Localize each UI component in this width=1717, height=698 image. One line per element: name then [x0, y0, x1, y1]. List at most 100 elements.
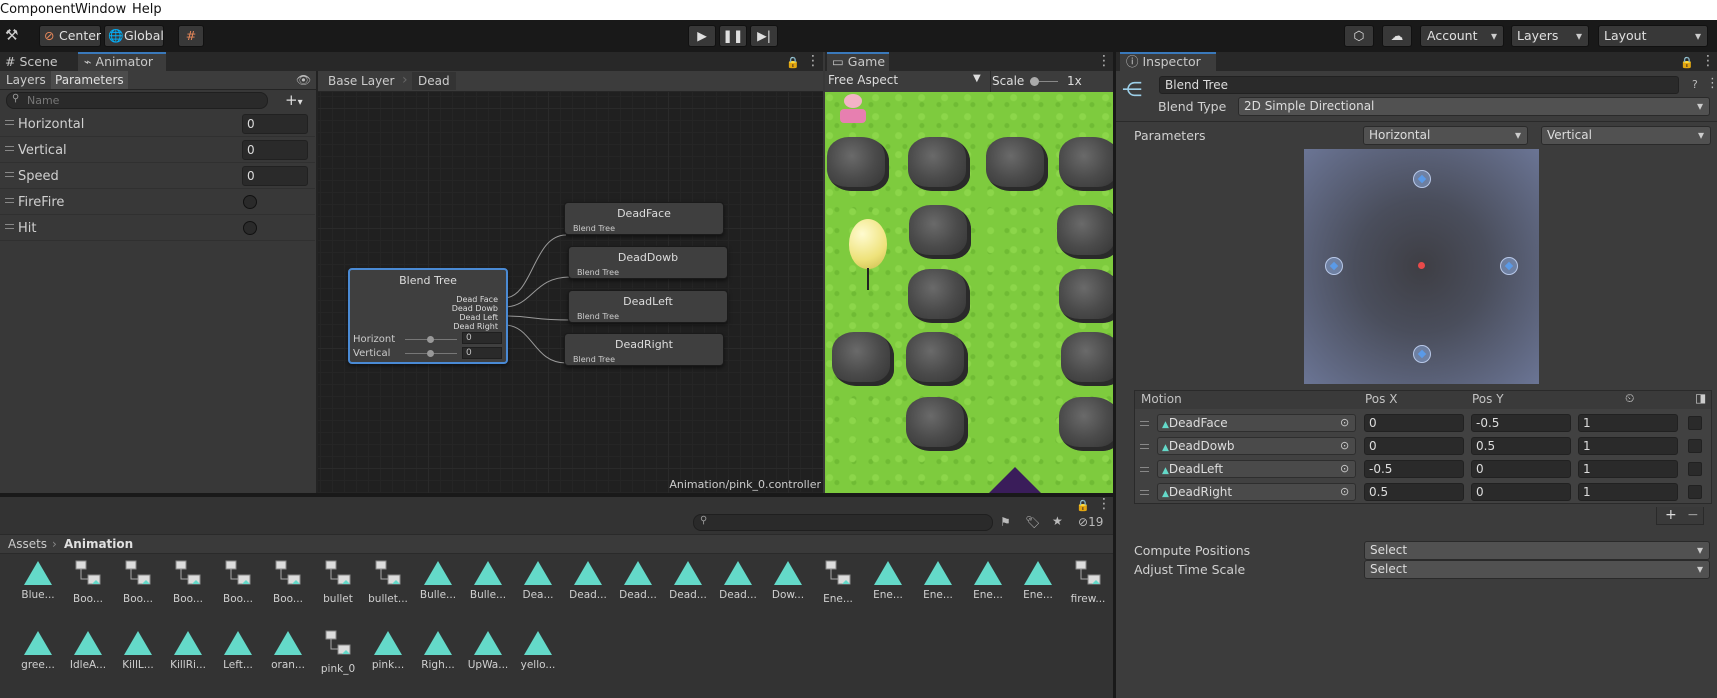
drag-handle-icon[interactable]	[5, 172, 14, 177]
drag-handle-icon[interactable]	[1140, 467, 1149, 472]
eye-icon[interactable]: 👁	[296, 73, 311, 87]
param-y-dropdown[interactable]: Vertical	[1541, 126, 1711, 145]
slider-handle[interactable]	[1030, 77, 1039, 86]
help-icon[interactable]: ?	[1692, 78, 1698, 91]
pos-y-field[interactable]: 0	[1471, 460, 1571, 478]
menu-window[interactable]: Window	[75, 2, 126, 17]
asset-item[interactable]: Ene...	[813, 557, 863, 605]
layout-dropdown[interactable]: Layout	[1598, 25, 1708, 47]
filter-type-icon[interactable]: ⚑	[1000, 515, 1011, 529]
asset-item[interactable]: Ene...	[913, 557, 963, 601]
asset-item[interactable]: KillRi...	[163, 627, 213, 671]
tools-icon[interactable]: ⚒	[5, 26, 25, 46]
asset-item[interactable]: Blue...	[13, 557, 63, 601]
motion-clip-field[interactable]: ▲DeadFace ⊙	[1157, 414, 1356, 432]
clip-node-deadface[interactable]: DeadFace Blend Tree	[564, 202, 724, 235]
blend-param-vertical-value[interactable]: 0	[462, 347, 502, 359]
asset-item[interactable]: gree...	[13, 627, 63, 671]
parameter-row-vertical[interactable]: Vertical 0	[0, 137, 315, 163]
tab-game[interactable]: ▭ Game	[827, 52, 889, 71]
global-button[interactable]: 🌐 Global	[104, 25, 164, 47]
speed-field[interactable]: 1	[1578, 437, 1678, 455]
compute-positions-dropdown[interactable]: Select	[1364, 541, 1710, 560]
slider-handle[interactable]	[427, 350, 434, 357]
remove-motion-button[interactable]: −	[1687, 507, 1699, 523]
game-view[interactable]	[825, 92, 1113, 493]
asset-item[interactable]: Dead...	[663, 557, 713, 601]
asset-item[interactable]: Boo...	[263, 557, 313, 605]
pos-x-field[interactable]: 0.5	[1364, 483, 1464, 501]
asset-item[interactable]: Left...	[213, 627, 263, 671]
object-picker-icon[interactable]: ⊙	[1340, 415, 1349, 431]
param-x-dropdown[interactable]: Horizontal	[1363, 126, 1528, 145]
motion-point-deaddowb[interactable]	[1413, 170, 1431, 188]
more-icon[interactable]: ⋮	[1701, 54, 1715, 68]
parameter-value-field[interactable]: 0	[242, 114, 308, 134]
motion-clip-field[interactable]: ▲DeadRight ⊙	[1157, 483, 1356, 501]
drag-handle-icon[interactable]	[1140, 444, 1149, 449]
trigger-toggle[interactable]	[243, 195, 257, 209]
blend-position-marker[interactable]	[1418, 262, 1425, 269]
more-icon[interactable]: ⋮	[1097, 497, 1111, 511]
motion-row-deadface[interactable]: ▲DeadFace ⊙ 0 -0.5 1	[1135, 412, 1711, 435]
subtab-parameters[interactable]: Parameters	[51, 71, 128, 89]
asset-item[interactable]: pink...	[363, 627, 413, 671]
blend-tree-name-field[interactable]: Blend Tree	[1159, 76, 1679, 94]
parameter-value-field[interactable]: 0	[242, 140, 308, 160]
motion-point-deadface[interactable]	[1413, 345, 1431, 363]
vertical-slider[interactable]	[405, 350, 457, 357]
asset-item[interactable]: Ene...	[863, 557, 913, 601]
mirror-checkbox[interactable]	[1688, 439, 1702, 453]
aspect-dropdown[interactable]: Free Aspect ▼	[828, 73, 983, 90]
object-picker-icon[interactable]: ⊙	[1340, 438, 1349, 454]
animator-graph[interactable]: Blend Tree Dead Face Dead Dowb Dead Left…	[318, 92, 823, 493]
drag-handle-icon[interactable]	[5, 224, 14, 229]
motion-point-deadright[interactable]	[1500, 257, 1518, 275]
motion-clip-field[interactable]: ▲DeadDowb ⊙	[1157, 437, 1356, 455]
mirror-checkbox[interactable]	[1688, 416, 1702, 430]
more-icon[interactable]: ⋮	[806, 54, 820, 68]
parameter-row-speed[interactable]: Speed 0	[0, 163, 315, 189]
favorite-icon[interactable]: ★	[1052, 514, 1063, 528]
pivot-center-button[interactable]: ⊘ Center	[39, 25, 101, 47]
tab-animator[interactable]: ⌁ Animator	[78, 52, 166, 71]
asset-item[interactable]: Dead...	[713, 557, 763, 601]
parameter-row-horizontal[interactable]: Horizontal 0	[0, 111, 315, 137]
play-button[interactable]: ▶	[688, 25, 716, 47]
lock-icon[interactable]: 🔒	[1076, 499, 1090, 512]
breadcrumb-animation[interactable]: Animation	[64, 537, 133, 551]
pause-button[interactable]: ❚❚	[719, 25, 747, 47]
subtab-layers[interactable]: Layers	[2, 71, 50, 89]
asset-item[interactable]: Bulle...	[463, 557, 513, 601]
pos-y-field[interactable]: 0	[1471, 483, 1571, 501]
blend-type-dropdown[interactable]: 2D Simple Directional	[1238, 97, 1710, 116]
clip-node-deaddowb[interactable]: DeadDowb Blend Tree	[568, 246, 728, 279]
mirror-checkbox[interactable]	[1688, 462, 1702, 476]
slider-handle[interactable]	[427, 336, 434, 343]
asset-item[interactable]: Boo...	[163, 557, 213, 605]
breadcrumb-dead[interactable]: Dead	[412, 72, 456, 90]
asset-item[interactable]: KillL...	[113, 627, 163, 671]
asset-item[interactable]: bullet	[313, 557, 363, 605]
parameter-row-firefire[interactable]: FireFire	[0, 189, 315, 215]
adjust-time-scale-dropdown[interactable]: Select	[1364, 560, 1710, 579]
collab-button[interactable]: ⬡	[1344, 25, 1374, 47]
speed-field[interactable]: 1	[1578, 414, 1678, 432]
motion-row-deadleft[interactable]: ▲DeadLeft ⊙ -0.5 0 1	[1135, 458, 1711, 481]
tab-scene[interactable]: # Scene	[5, 52, 70, 71]
add-motion-button[interactable]: +	[1665, 507, 1677, 523]
pos-x-field[interactable]: -0.5	[1364, 460, 1464, 478]
account-dropdown[interactable]: Account	[1420, 25, 1504, 47]
drag-handle-icon[interactable]	[5, 198, 14, 203]
asset-item[interactable]: bullet...	[363, 557, 413, 605]
parameter-value-field[interactable]: 0	[242, 166, 308, 186]
lock-icon[interactable]: 🔒	[1680, 56, 1694, 69]
menu-component[interactable]: Component	[0, 2, 75, 17]
asset-item[interactable]: Dead...	[563, 557, 613, 601]
asset-item[interactable]: Ene...	[963, 557, 1013, 601]
blend-space-view[interactable]	[1304, 149, 1539, 384]
drag-handle-icon[interactable]	[5, 120, 14, 125]
pos-y-field[interactable]: 0.5	[1471, 437, 1571, 455]
blend-param-horizontal-value[interactable]: 0	[462, 332, 502, 344]
motion-row-deaddowb[interactable]: ▲DeadDowb ⊙ 0 0.5 1	[1135, 435, 1711, 458]
